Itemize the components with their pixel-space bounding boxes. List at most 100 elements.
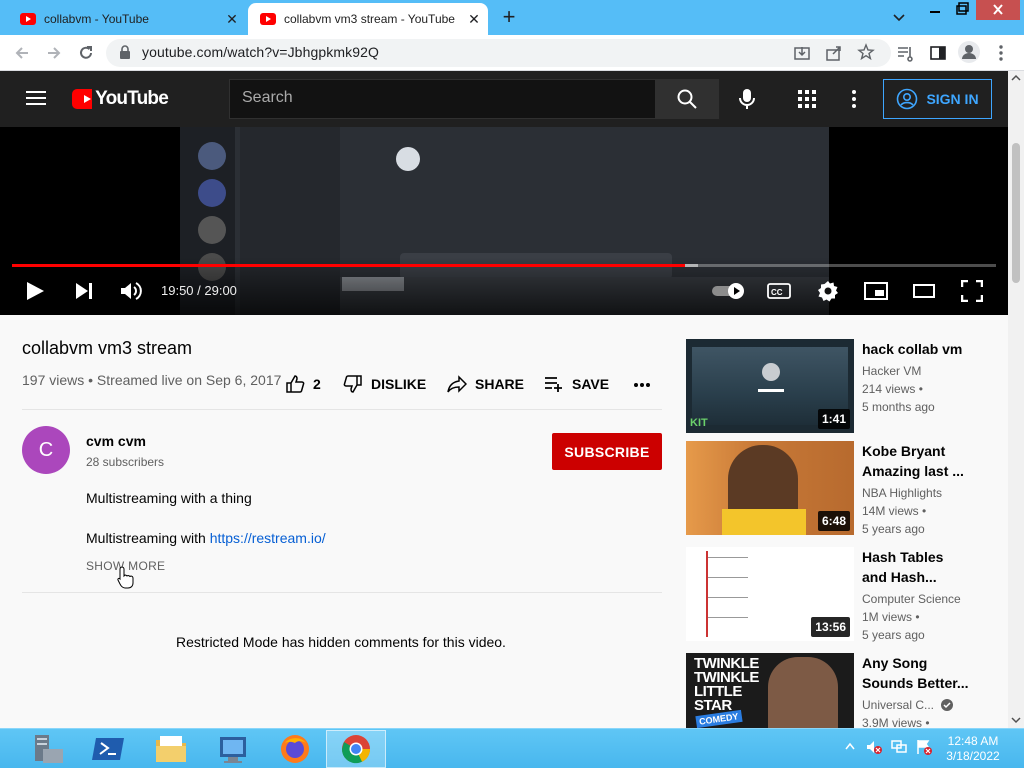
scroll-down-arrow-icon[interactable]: [1011, 716, 1021, 724]
youtube-logo[interactable]: YouTube: [72, 88, 169, 110]
thumb-hash-row: [708, 597, 748, 598]
captions-icon[interactable]: CC: [767, 283, 791, 299]
subscriber-count: 28 subscribers: [86, 455, 165, 469]
url-text[interactable]: youtube.com/watch?v=Jbhgpkmk92Q: [142, 44, 379, 60]
video-title: collabvm vm3 stream: [22, 338, 193, 358]
new-tab-button[interactable]: +: [496, 6, 522, 30]
rec-title[interactable]: hack collab vm: [862, 339, 1002, 359]
file-explorer-icon[interactable]: [148, 732, 194, 766]
rec-channel[interactable]: Hacker VM: [862, 364, 921, 378]
search-button[interactable]: [655, 79, 719, 119]
volume-muted-icon[interactable]: [866, 739, 882, 755]
thumb-hash-row: [708, 577, 748, 578]
thumb-text-kit: KIT: [690, 417, 708, 429]
video-avatar: [198, 179, 226, 207]
video-meta: 197 views • Streamed live on Sep 6, 2017: [22, 372, 282, 388]
firefox-icon[interactable]: [272, 732, 318, 766]
fullscreen-icon[interactable]: [961, 280, 983, 302]
rec-channel[interactable]: Universal C...: [862, 698, 934, 712]
rec-age: 5 years ago: [862, 522, 925, 536]
tab-search-icon[interactable]: [885, 6, 913, 28]
sign-in-button[interactable]: SIGN IN: [883, 79, 992, 119]
rec-title-line[interactable]: Sounds Better...: [862, 673, 1002, 693]
tab-close-icon[interactable]: ✕: [224, 11, 240, 27]
subscribe-button[interactable]: SUBSCRIBE: [552, 433, 662, 470]
minimize-button[interactable]: [920, 0, 950, 20]
side-panel-icon[interactable]: [929, 44, 947, 62]
rec-thumbnail[interactable]: 6:48: [686, 441, 854, 535]
video-player[interactable]: [0, 127, 1008, 315]
server-manager-icon[interactable]: [24, 732, 70, 766]
rec-thumbnail[interactable]: TWINKLE TWINKLE LITTLE STAR COMEDY: [686, 653, 854, 728]
lock-icon[interactable]: [119, 45, 131, 59]
share-icon[interactable]: [825, 44, 843, 62]
save-button[interactable]: SAVE: [544, 374, 609, 394]
scroll-up-arrow-icon[interactable]: [1011, 74, 1021, 82]
rec-title-line[interactable]: and Hash...: [862, 567, 1002, 587]
scrollbar-thumb[interactable]: [1012, 143, 1020, 283]
next-video-icon[interactable]: [74, 282, 96, 300]
show-hidden-icons-icon[interactable]: [845, 742, 855, 750]
volume-icon[interactable]: [120, 281, 144, 301]
remote-desktop-icon[interactable]: [210, 732, 256, 766]
rec-title-line[interactable]: Hash Tables: [862, 547, 1002, 567]
theater-mode-icon[interactable]: [913, 284, 935, 298]
tab-collabvm[interactable]: collabvm - YouTube ✕: [8, 3, 246, 35]
rec-title-line[interactable]: Amazing last ...: [862, 461, 1002, 481]
tab-collabvm-vm3-stream[interactable]: collabvm vm3 stream - YouTube ✕: [248, 3, 488, 35]
channel-avatar[interactable]: C: [22, 426, 70, 474]
install-app-icon[interactable]: [793, 44, 811, 62]
thumb-performer: [768, 657, 838, 728]
profile-avatar-icon[interactable]: [958, 41, 980, 63]
share-button[interactable]: SHARE: [447, 374, 524, 394]
more-actions-icon[interactable]: [633, 382, 651, 388]
reload-button[interactable]: [74, 41, 98, 65]
tab-close-icon[interactable]: ✕: [466, 11, 482, 27]
play-icon[interactable]: [25, 281, 47, 301]
thumb-user-icon: [762, 363, 780, 381]
sign-in-label: SIGN IN: [926, 91, 979, 107]
miniplayer-icon[interactable]: [864, 282, 888, 300]
chrome-icon[interactable]: [333, 732, 379, 766]
thumb-player-jersey: [722, 509, 806, 535]
rec-title-line[interactable]: Kobe Bryant: [862, 441, 1002, 461]
rec-channel[interactable]: NBA Highlights: [862, 486, 942, 500]
hand-cursor-icon: [117, 566, 135, 590]
autoplay-toggle[interactable]: [711, 282, 747, 300]
like-button[interactable]: 2: [285, 374, 321, 394]
browser-menu-icon[interactable]: [994, 44, 1008, 62]
restore-button[interactable]: [947, 0, 977, 20]
description-text: Multistreaming with: [86, 530, 210, 546]
like-count: 2: [313, 376, 321, 392]
system-clock[interactable]: 12:48 AM 3/18/2022: [930, 734, 1016, 764]
rec-channel[interactable]: Computer Science: [862, 592, 961, 606]
close-window-button[interactable]: [976, 0, 1020, 20]
dislike-button[interactable]: DISLIKE: [343, 374, 426, 394]
description-line: Multistreaming with a thing: [86, 490, 252, 506]
youtube-favicon-icon: [260, 11, 276, 27]
hamburger-menu-icon[interactable]: [26, 90, 46, 106]
thumb-login-bar: [758, 389, 784, 392]
thumbs-up-icon: [286, 375, 305, 393]
rec-title-line[interactable]: Any Song: [862, 653, 1002, 673]
tab-title: collabvm - YouTube: [44, 12, 149, 26]
rec-thumbnail[interactable]: 13:56: [686, 547, 854, 641]
share-arrow-icon: [447, 375, 467, 393]
powershell-icon[interactable]: [86, 732, 132, 766]
settings-gear-icon[interactable]: [817, 280, 839, 302]
rec-thumbnail[interactable]: KIT 1:41: [686, 339, 854, 433]
apps-grid-icon[interactable]: [798, 90, 816, 108]
rec-age: 5 months ago: [862, 400, 935, 414]
clock-time: 12:48 AM: [947, 734, 999, 748]
forward-button[interactable]: [42, 41, 66, 65]
description-link[interactable]: https://restream.io/: [210, 530, 326, 546]
bookmark-star-icon[interactable]: [857, 43, 875, 61]
reading-list-icon[interactable]: [896, 44, 914, 62]
back-button[interactable]: [10, 41, 34, 65]
channel-name[interactable]: cvm cvm: [86, 433, 146, 449]
settings-more-icon[interactable]: [848, 89, 860, 109]
rec-views: 1M views •: [862, 610, 920, 624]
microphone-icon[interactable]: [737, 87, 757, 111]
search-input[interactable]: Search: [229, 79, 656, 119]
network-icon[interactable]: [891, 739, 907, 755]
